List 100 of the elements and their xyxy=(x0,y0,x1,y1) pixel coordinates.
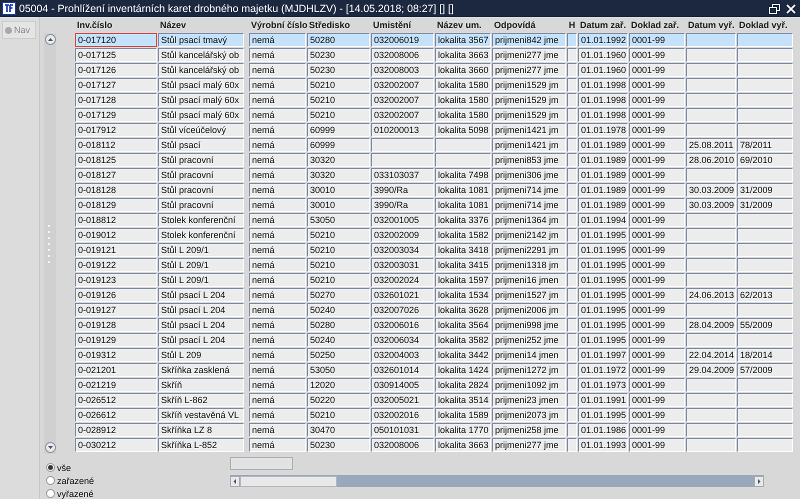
table-cell[interactable]: lokalita 3582 xyxy=(435,333,491,347)
table-cell[interactable]: prijmeni258 jme xyxy=(492,423,566,437)
table-cell[interactable] xyxy=(686,78,736,92)
table-cell[interactable] xyxy=(686,108,736,122)
table-cell[interactable]: 01.01.1989 xyxy=(578,153,628,167)
table-cell[interactable] xyxy=(567,438,577,452)
table-cell[interactable]: 53050 xyxy=(307,363,370,377)
table-cell[interactable]: 12020 xyxy=(307,378,370,392)
table-cell[interactable]: 30.03.2009 xyxy=(686,183,736,197)
table-cell[interactable]: Stůl kancelářský ob xyxy=(158,48,244,62)
table-cell[interactable] xyxy=(737,393,793,407)
table-cell[interactable]: prijmeni1529 jm xyxy=(492,78,566,92)
table-cell[interactable]: prijmeni1364 jm xyxy=(492,213,566,227)
table-cell[interactable]: nemá xyxy=(249,168,306,182)
table-cell[interactable] xyxy=(567,138,577,152)
table-cell[interactable] xyxy=(686,378,736,392)
table-cell[interactable]: 62/2013 xyxy=(737,288,793,302)
scroll-thumb[interactable] xyxy=(240,476,337,486)
table-cell[interactable]: 032003031 xyxy=(371,258,434,272)
table-cell[interactable]: 01.01.1986 xyxy=(578,423,628,437)
table-cell[interactable]: prijmeni1529 jm xyxy=(492,93,566,107)
scroll-grip-icon[interactable] xyxy=(47,224,53,264)
table-cell[interactable]: nemá xyxy=(249,78,306,92)
table-cell[interactable]: 50240 xyxy=(307,333,370,347)
table-cell[interactable] xyxy=(737,258,793,272)
table-cell[interactable] xyxy=(435,153,491,167)
table-cell[interactable]: 0001-99 xyxy=(629,303,685,317)
table-cell[interactable] xyxy=(686,63,736,77)
table-cell[interactable]: Stůl L 209/1 xyxy=(158,258,244,272)
table-cell[interactable]: Stolek konferenční xyxy=(158,213,244,227)
table-cell[interactable]: lokalita 2824 xyxy=(435,378,491,392)
radio-button[interactable] xyxy=(46,463,55,472)
table-cell[interactable]: 30.03.2009 xyxy=(686,198,736,212)
table-cell[interactable]: 78/2011 xyxy=(737,138,793,152)
table-cell[interactable] xyxy=(567,213,577,227)
table-cell[interactable]: 032002016 xyxy=(371,408,434,422)
table-cell[interactable]: 50210 xyxy=(307,243,370,257)
table-cell[interactable]: 0001-99 xyxy=(629,228,685,242)
table-cell[interactable]: Stůl L 209 xyxy=(158,348,244,362)
table-cell[interactable] xyxy=(567,288,577,302)
table-cell[interactable]: nemá xyxy=(249,228,306,242)
table-cell[interactable]: Stolek konferenční xyxy=(158,228,244,242)
table-cell[interactable] xyxy=(737,168,793,182)
table-cell[interactable] xyxy=(567,318,577,332)
table-cell[interactable]: prijmeni1421 jm xyxy=(492,123,566,137)
table-cell[interactable]: nemá xyxy=(249,243,306,257)
radio-label[interactable]: vše xyxy=(57,462,72,472)
table-cell[interactable]: Stůl L 209/1 xyxy=(158,273,244,287)
table-cell[interactable] xyxy=(737,33,793,47)
table-cell[interactable] xyxy=(737,378,793,392)
table-cell[interactable]: 0-028912 xyxy=(75,423,157,437)
table-cell[interactable] xyxy=(737,123,793,137)
table-cell[interactable] xyxy=(686,228,736,242)
table-cell[interactable]: 57/2009 xyxy=(737,363,793,377)
table-cell[interactable]: 0001-99 xyxy=(629,168,685,182)
table-cell[interactable]: nemá xyxy=(249,33,306,47)
table-cell[interactable]: 0001-99 xyxy=(629,93,685,107)
table-cell[interactable]: 0001-99 xyxy=(629,153,685,167)
table-cell[interactable] xyxy=(567,123,577,137)
table-cell[interactable] xyxy=(737,48,793,62)
table-cell[interactable]: nemá xyxy=(249,258,306,272)
table-cell[interactable]: prijmeni1527 jm xyxy=(492,288,566,302)
table-cell[interactable]: Skříňka L-852 xyxy=(158,438,244,452)
table-cell[interactable] xyxy=(567,108,577,122)
close-icon[interactable] xyxy=(786,4,796,14)
table-cell[interactable]: lokalita 3442 xyxy=(435,348,491,362)
table-cell[interactable]: 0-021201 xyxy=(75,363,157,377)
table-cell[interactable]: 032005021 xyxy=(371,393,434,407)
table-cell[interactable]: Skříň vestavěná VL xyxy=(158,408,244,422)
table-cell[interactable]: prijmeni1318 jm xyxy=(492,258,566,272)
table-cell[interactable]: 25.08.2011 xyxy=(686,138,736,152)
table-cell[interactable]: lokalita 1424 xyxy=(435,363,491,377)
table-cell[interactable] xyxy=(686,213,736,227)
table-cell[interactable]: 55/2009 xyxy=(737,318,793,332)
table-cell[interactable]: nemá xyxy=(249,93,306,107)
table-cell[interactable]: 01.01.1995 xyxy=(578,258,628,272)
table-cell[interactable]: prijmeni14 jmen xyxy=(492,348,566,362)
table-cell[interactable] xyxy=(567,78,577,92)
table-cell[interactable]: 0001-99 xyxy=(629,78,685,92)
table-cell[interactable]: lokalita 3514 xyxy=(435,393,491,407)
table-cell[interactable]: nemá xyxy=(249,153,306,167)
table-cell[interactable]: lokalita 1580 xyxy=(435,108,491,122)
table-cell[interactable]: 30470 xyxy=(307,423,370,437)
table-cell[interactable] xyxy=(737,243,793,257)
table-cell[interactable]: lokalita 3567 xyxy=(435,33,491,47)
table-cell[interactable]: nemá xyxy=(249,318,306,332)
table-cell[interactable] xyxy=(737,423,793,437)
table-cell[interactable]: Stůl psací malý 60x xyxy=(158,93,244,107)
table-cell[interactable]: 0-026612 xyxy=(75,408,157,422)
table-cell[interactable]: 0-026512 xyxy=(75,393,157,407)
table-cell[interactable]: lokalita 1534 xyxy=(435,288,491,302)
table-cell[interactable]: 28.04.2009 xyxy=(686,318,736,332)
table-cell[interactable]: 01.01.1972 xyxy=(578,363,628,377)
table-cell[interactable]: 0001-99 xyxy=(629,348,685,362)
table-cell[interactable]: 0-017129 xyxy=(75,108,157,122)
table-cell[interactable]: prijmeni998 jme xyxy=(492,318,566,332)
table-cell[interactable]: nemá xyxy=(249,63,306,77)
table-cell[interactable]: 01.01.1997 xyxy=(578,348,628,362)
table-cell[interactable]: 69/2010 xyxy=(737,153,793,167)
table-cell[interactable]: 0001-99 xyxy=(629,378,685,392)
